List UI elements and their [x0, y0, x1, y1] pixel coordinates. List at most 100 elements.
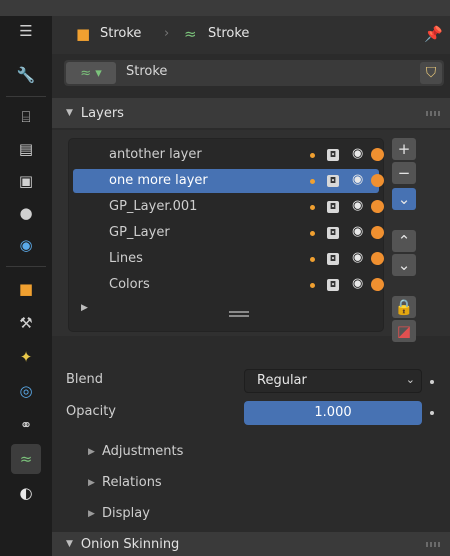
- lock-icon[interactable]: ◘: [327, 253, 339, 265]
- opacity-label: Opacity: [66, 404, 117, 419]
- world-icon[interactable]: ◉: [11, 230, 41, 260]
- eye-icon[interactable]: ◉: [352, 198, 363, 213]
- layer-row-selected[interactable]: one more layer ◘ ◉: [73, 169, 384, 193]
- layers-panel-title: Layers: [80, 105, 124, 121]
- add-layer-button[interactable]: +: [392, 138, 416, 160]
- eye-icon[interactable]: ◉: [352, 224, 363, 239]
- effects-icon[interactable]: ✦: [11, 342, 41, 372]
- onion-skinning-panel-header[interactable]: ▼ Onion Skinning: [52, 532, 450, 556]
- scene-icon[interactable]: ●: [11, 198, 41, 228]
- render-icon[interactable]: ⌸: [11, 102, 41, 132]
- blend-mode-select[interactable]: Regular ⌄: [244, 369, 422, 393]
- datablock-name[interactable]: Stroke: [126, 64, 167, 79]
- properties-tabs-sidebar: ☰ 🔧 ⌸ ▤ ▣ ● ◉ ■ ⚒ ✦ ◎ ⚭ ≈ ◐: [0, 16, 52, 556]
- keyframe-dot-icon[interactable]: [430, 380, 434, 384]
- layer-name[interactable]: Colors: [109, 277, 150, 292]
- onion-skin-icon[interactable]: [371, 252, 384, 265]
- layer-color-dot-icon: [310, 231, 315, 236]
- panel-grip-icon[interactable]: [426, 111, 440, 116]
- object-icon: ■: [76, 25, 91, 43]
- layer-row[interactable]: GP_Layer ◘ ◉: [73, 221, 384, 245]
- breadcrumb-header: ■ Stroke › ≈ Stroke 📌: [52, 16, 450, 54]
- subpanel-title: Adjustments: [102, 444, 184, 459]
- lock-icon[interactable]: ◘: [327, 149, 339, 161]
- divider: [6, 266, 46, 267]
- layer-name[interactable]: GP_Layer.001: [109, 199, 197, 214]
- layer-list[interactable]: antother layer ◘ ◉ one more layer ◘ ◉ GP…: [68, 138, 384, 332]
- lock-icon[interactable]: ◘: [327, 201, 339, 213]
- expand-arrow-icon: ▶: [88, 509, 95, 519]
- panel-grip-icon[interactable]: [426, 542, 440, 547]
- layer-name[interactable]: one more layer: [109, 173, 208, 188]
- layer-specials-menu-button[interactable]: ⌄: [392, 188, 416, 210]
- layers-panel-body: antother layer ◘ ◉ one more layer ◘ ◉ GP…: [52, 130, 450, 342]
- editor-type-icon[interactable]: ☰: [11, 16, 41, 46]
- eye-icon[interactable]: ◉: [352, 146, 363, 161]
- collapse-arrow-icon: ▼: [66, 539, 73, 549]
- layer-row[interactable]: antother layer ◘ ◉: [73, 143, 384, 167]
- onion-skin-icon[interactable]: [371, 200, 384, 213]
- expand-arrow-icon: ▶: [88, 478, 95, 488]
- layer-name[interactable]: antother layer: [109, 147, 202, 162]
- list-resize-handle[interactable]: [229, 311, 249, 317]
- remove-layer-button[interactable]: −: [392, 162, 416, 184]
- breadcrumb-data-name: Stroke: [208, 26, 250, 41]
- subpanel-title: Display: [102, 506, 150, 521]
- layers-panel-header[interactable]: ▼ Layers: [52, 98, 450, 128]
- move-layer-down-button[interactable]: ⌄: [392, 254, 416, 276]
- adjustments-subpanel[interactable]: ▶ Adjustments: [52, 438, 450, 468]
- datablock-selector[interactable]: ≈ ▾ Stroke ⛉: [64, 60, 444, 86]
- lock-icon[interactable]: ◘: [327, 227, 339, 239]
- layer-color-dot-icon: [310, 179, 315, 184]
- tool-icon[interactable]: 🔧: [11, 60, 41, 90]
- pin-icon[interactable]: 📌: [424, 25, 443, 43]
- top-strip: [0, 0, 450, 16]
- constraints-icon[interactable]: ⚭: [11, 410, 41, 440]
- layer-color-dot-icon: [310, 153, 315, 158]
- layer-name[interactable]: Lines: [109, 251, 143, 266]
- data-icon[interactable]: ≈: [11, 444, 41, 474]
- collapse-arrow-icon: ▼: [66, 108, 73, 118]
- layer-row[interactable]: GP_Layer.001 ◘ ◉: [73, 195, 384, 219]
- layer-color-dot-icon: [310, 257, 315, 262]
- material-icon[interactable]: ◐: [11, 478, 41, 508]
- layer-color-dot-icon: [310, 283, 315, 288]
- view-layer-icon[interactable]: ▣: [11, 166, 41, 196]
- mask-layers-icon[interactable]: ◪: [392, 320, 416, 342]
- list-filter-expand-icon[interactable]: ▶: [81, 303, 88, 313]
- output-icon[interactable]: ▤: [11, 134, 41, 164]
- lock-icon[interactable]: ◘: [327, 279, 339, 291]
- blend-label: Blend: [66, 372, 104, 387]
- onion-skin-icon[interactable]: [371, 148, 384, 161]
- browse-data-button[interactable]: ≈ ▾: [66, 62, 116, 84]
- onion-panel-title: Onion Skinning: [80, 536, 180, 552]
- chevron-down-icon: ⌄: [405, 373, 415, 386]
- layer-row[interactable]: Lines ◘ ◉: [73, 247, 384, 271]
- layer-row[interactable]: Colors ◘ ◉: [73, 273, 384, 297]
- opacity-slider[interactable]: 1.000: [244, 401, 422, 425]
- eye-icon[interactable]: ◉: [352, 276, 363, 291]
- display-subpanel[interactable]: ▶ Display: [52, 500, 450, 530]
- layer-name[interactable]: GP_Layer: [109, 225, 170, 240]
- fake-user-shield-icon[interactable]: ⛉: [420, 62, 442, 84]
- onion-skin-icon[interactable]: [371, 278, 384, 291]
- keyframe-dot-icon[interactable]: [430, 411, 434, 415]
- modifier-icon[interactable]: ⚒: [11, 308, 41, 338]
- divider: [6, 96, 46, 97]
- stroke-data-icon: ≈: [184, 25, 197, 43]
- lock-icon[interactable]: ◘: [327, 175, 339, 187]
- opacity-value: 1.000: [314, 405, 352, 420]
- onion-skin-icon[interactable]: [371, 174, 384, 187]
- expand-arrow-icon: ▶: [88, 447, 95, 457]
- subpanel-title: Relations: [102, 475, 162, 490]
- blend-mode-value: Regular: [257, 373, 307, 388]
- physics-icon[interactable]: ◎: [11, 376, 41, 406]
- relations-subpanel[interactable]: ▶ Relations: [52, 469, 450, 499]
- breadcrumb-object-name: Stroke: [100, 26, 142, 41]
- eye-icon[interactable]: ◉: [352, 172, 363, 187]
- move-layer-up-button[interactable]: ⌃: [392, 230, 416, 252]
- object-icon[interactable]: ■: [11, 274, 41, 304]
- eye-icon[interactable]: ◉: [352, 250, 363, 265]
- lock-layers-icon[interactable]: 🔒: [392, 296, 416, 318]
- onion-skin-icon[interactable]: [371, 226, 384, 239]
